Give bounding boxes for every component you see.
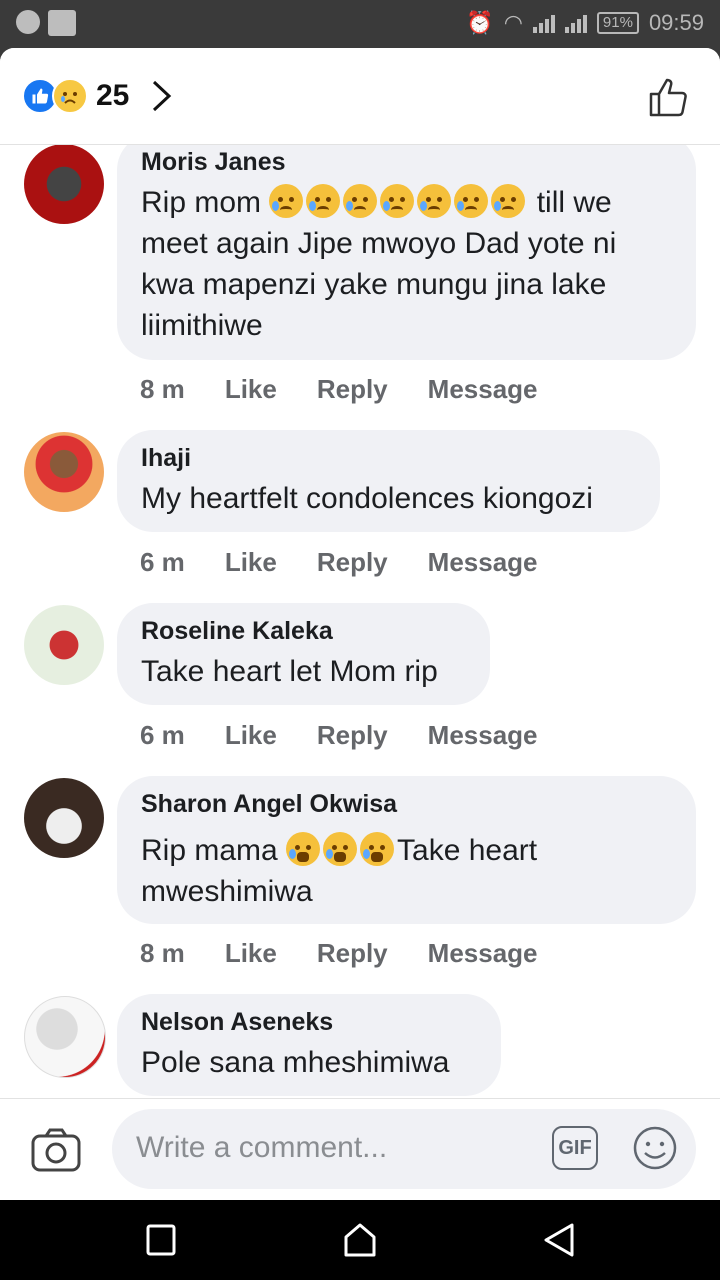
sad-emoji-icon [491, 184, 526, 218]
sad-emoji-icon [306, 184, 341, 218]
comment-bubble[interactable]: Sharon Angel Okwisa Rip mama Take heart … [117, 776, 696, 924]
reaction-count: 25 [96, 79, 130, 112]
signal-icon-2 [564, 13, 587, 33]
crying-emoji-icon [323, 832, 358, 866]
message-link[interactable]: Message [428, 938, 538, 969]
comment-actions: 6 m Like Reply Message [140, 547, 578, 578]
comment-author[interactable]: Roseline Kaleka [141, 617, 333, 646]
comment-text-line: meet again Jipe mwoyo Dad yote ni [141, 227, 617, 260]
avatar[interactable] [24, 144, 104, 224]
status-bar: ⏰ ◠ 91% 09:59 [0, 0, 720, 48]
avatar[interactable] [24, 432, 104, 512]
comment-text-line: My heartfelt condolences kiongozi [141, 482, 593, 515]
sad-emoji-icon [343, 184, 378, 218]
comment-text-line: liimithiwe [141, 309, 263, 342]
comment-bubble[interactable]: Nelson Aseneks Pole sana mheshimiwa [117, 994, 501, 1096]
message-link[interactable]: Message [428, 547, 538, 578]
comment-bubble[interactable]: Moris Janes Rip mom till we meet again J… [117, 144, 696, 360]
sad-reaction-icon [52, 78, 88, 114]
reply-link[interactable]: Reply [317, 547, 388, 578]
comment-text-line: Pole sana mheshimiwa [141, 1046, 450, 1079]
comment-text-line: Rip mom till we [141, 184, 612, 219]
crying-emoji-icon [360, 832, 395, 866]
camera-icon[interactable] [30, 1127, 82, 1173]
like-post-icon[interactable] [648, 76, 690, 118]
comments-list: Moris Janes Rip mom till we meet again J… [0, 144, 720, 1098]
comment-author[interactable]: Nelson Aseneks [141, 1008, 333, 1037]
comment-text-line: mweshimiwa [141, 875, 313, 908]
home-icon[interactable] [342, 1222, 378, 1258]
comment-text-line: Rip mama Take heart [141, 832, 538, 867]
comment-author[interactable]: Ihaji [141, 444, 191, 473]
like-link[interactable]: Like [225, 374, 277, 405]
like-link[interactable]: Like [225, 938, 277, 969]
comment-input-placeholder: Write a comment... [136, 1131, 388, 1164]
reply-link[interactable]: Reply [317, 720, 388, 751]
reply-link[interactable]: Reply [317, 374, 388, 405]
sad-emoji-icon [417, 184, 452, 218]
message-link[interactable]: Message [428, 720, 538, 751]
comment-time: 8 m [140, 938, 185, 968]
clock: 09:59 [648, 10, 704, 35]
comment-bubble[interactable]: Roseline Kaleka Take heart let Mom rip [117, 603, 490, 705]
comment-text-line: kwa mapenzi yake mungu jina lake [141, 268, 607, 301]
alarm-icon: ⏰ [466, 10, 494, 35]
sad-emoji-icon [380, 184, 415, 218]
signal-icon [532, 13, 555, 33]
comment-bubble[interactable]: Ihaji My heartfelt condolences kiongozi [117, 430, 660, 532]
comment-actions: 8 m Like Reply Message [140, 374, 578, 405]
whatsapp-icon [16, 10, 40, 34]
comment-time: 6 m [140, 547, 185, 577]
system-nav-bar [0, 1200, 720, 1280]
emoji-icon[interactable] [632, 1125, 678, 1171]
sad-emoji-icon [454, 184, 489, 218]
comment-time: 6 m [140, 720, 185, 750]
comment-actions: 6 m Like Reply Message [140, 720, 578, 751]
reactions-header: 25 [0, 48, 720, 145]
chevron-right-icon [153, 80, 172, 112]
like-link[interactable]: Like [225, 720, 277, 751]
recents-icon[interactable] [145, 1222, 177, 1258]
notification-icon [48, 10, 76, 36]
like-link[interactable]: Like [225, 547, 277, 578]
comment-author[interactable]: Moris Janes [141, 148, 286, 177]
wifi-icon: ◠ [503, 10, 523, 35]
comment-actions: 8 m Like Reply Message [140, 938, 578, 969]
sad-emoji-icon [269, 184, 304, 218]
avatar[interactable] [24, 778, 104, 858]
battery-indicator: 91% [596, 12, 639, 34]
comment-input[interactable]: Write a comment... GIF [112, 1109, 696, 1189]
reply-link[interactable]: Reply [317, 938, 388, 969]
comments-sheet: 25 Moris Janes Rip mom till we meet agai… [0, 48, 720, 1200]
back-icon[interactable] [542, 1222, 576, 1258]
comment-composer: Write a comment... GIF [0, 1098, 720, 1200]
comment-text-line: Take heart let Mom rip [141, 655, 438, 688]
crying-emoji-icon [286, 832, 321, 866]
reactions-summary[interactable]: 25 [22, 78, 173, 114]
comment-author[interactable]: Sharon Angel Okwisa [141, 790, 397, 819]
avatar[interactable] [24, 996, 106, 1078]
comment-time: 8 m [140, 374, 185, 404]
message-link[interactable]: Message [428, 374, 538, 405]
gif-button[interactable]: GIF [552, 1126, 598, 1170]
avatar[interactable] [24, 605, 104, 685]
